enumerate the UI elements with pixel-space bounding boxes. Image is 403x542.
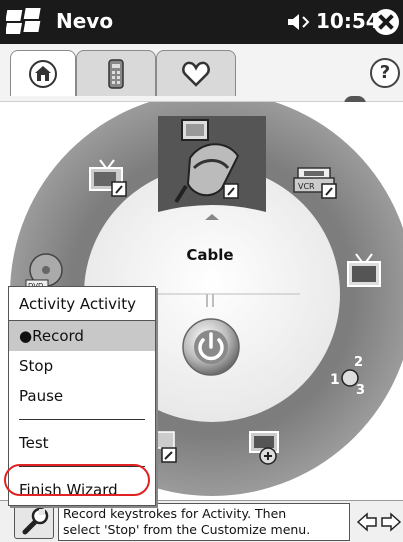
remote-icon xyxy=(108,58,124,89)
tv-icon[interactable] xyxy=(344,252,384,290)
wrench-icon xyxy=(22,507,49,535)
power-icon[interactable] xyxy=(180,316,242,378)
svg-text:VCR: VCR xyxy=(298,182,315,191)
menu-bullet: ● xyxy=(19,327,33,345)
close-icon[interactable] xyxy=(373,9,399,35)
home-icon xyxy=(29,59,57,88)
menu-item-record[interactable]: ●Record xyxy=(9,321,155,351)
heart-icon xyxy=(182,61,210,87)
help-button[interactable]: ? xyxy=(370,58,400,88)
menu-item-stop[interactable]: Stop xyxy=(9,351,155,381)
clock[interactable]: 10:54 xyxy=(316,9,380,33)
finish-wizard-highlight xyxy=(4,464,150,496)
arrow-right-icon[interactable] xyxy=(380,511,402,533)
speaker-icon[interactable] xyxy=(286,11,314,33)
status-line-1: Record keystrokes for Activity. Then xyxy=(63,506,287,521)
arrow-left-icon[interactable] xyxy=(356,511,378,533)
svg-text:3: 3 xyxy=(356,383,365,398)
tab-favorites[interactable] xyxy=(156,50,236,96)
tv-wrench-icon[interactable] xyxy=(86,158,130,198)
tab-remote[interactable] xyxy=(76,50,156,96)
menu-item-pause[interactable]: Pause xyxy=(9,381,155,411)
tv-config-partial-icon[interactable] xyxy=(156,430,180,464)
menu-header: Activity Activity xyxy=(9,287,155,321)
cable-icon[interactable] xyxy=(172,118,252,206)
vcr-icon[interactable]: VCR xyxy=(290,164,340,200)
svg-text:1: 1 xyxy=(330,372,340,388)
add-device-icon[interactable] xyxy=(246,428,288,468)
status-line-2: select 'Stop' from the Customize menu. xyxy=(63,522,311,537)
customize-button[interactable] xyxy=(14,505,54,539)
tab-home[interactable] xyxy=(10,50,76,96)
menu-separator xyxy=(19,419,145,420)
app-title: Nevo xyxy=(56,9,114,33)
windows-logo-icon[interactable] xyxy=(6,6,46,38)
title-bar: Nevo 10:54 xyxy=(0,0,403,44)
tab-strip xyxy=(0,44,403,102)
activity-numbers-icon[interactable]: 1 2 3 xyxy=(328,352,376,400)
svg-text:2: 2 xyxy=(354,355,363,370)
selected-device-label: Cable xyxy=(186,246,234,264)
status-message: Record keystrokes for Activity. Then sel… xyxy=(58,503,350,541)
menu-item-test[interactable]: Test xyxy=(9,428,155,458)
bottom-bar: Record keystrokes for Activity. Then sel… xyxy=(0,500,403,542)
menu-item-label: Record xyxy=(32,327,84,345)
